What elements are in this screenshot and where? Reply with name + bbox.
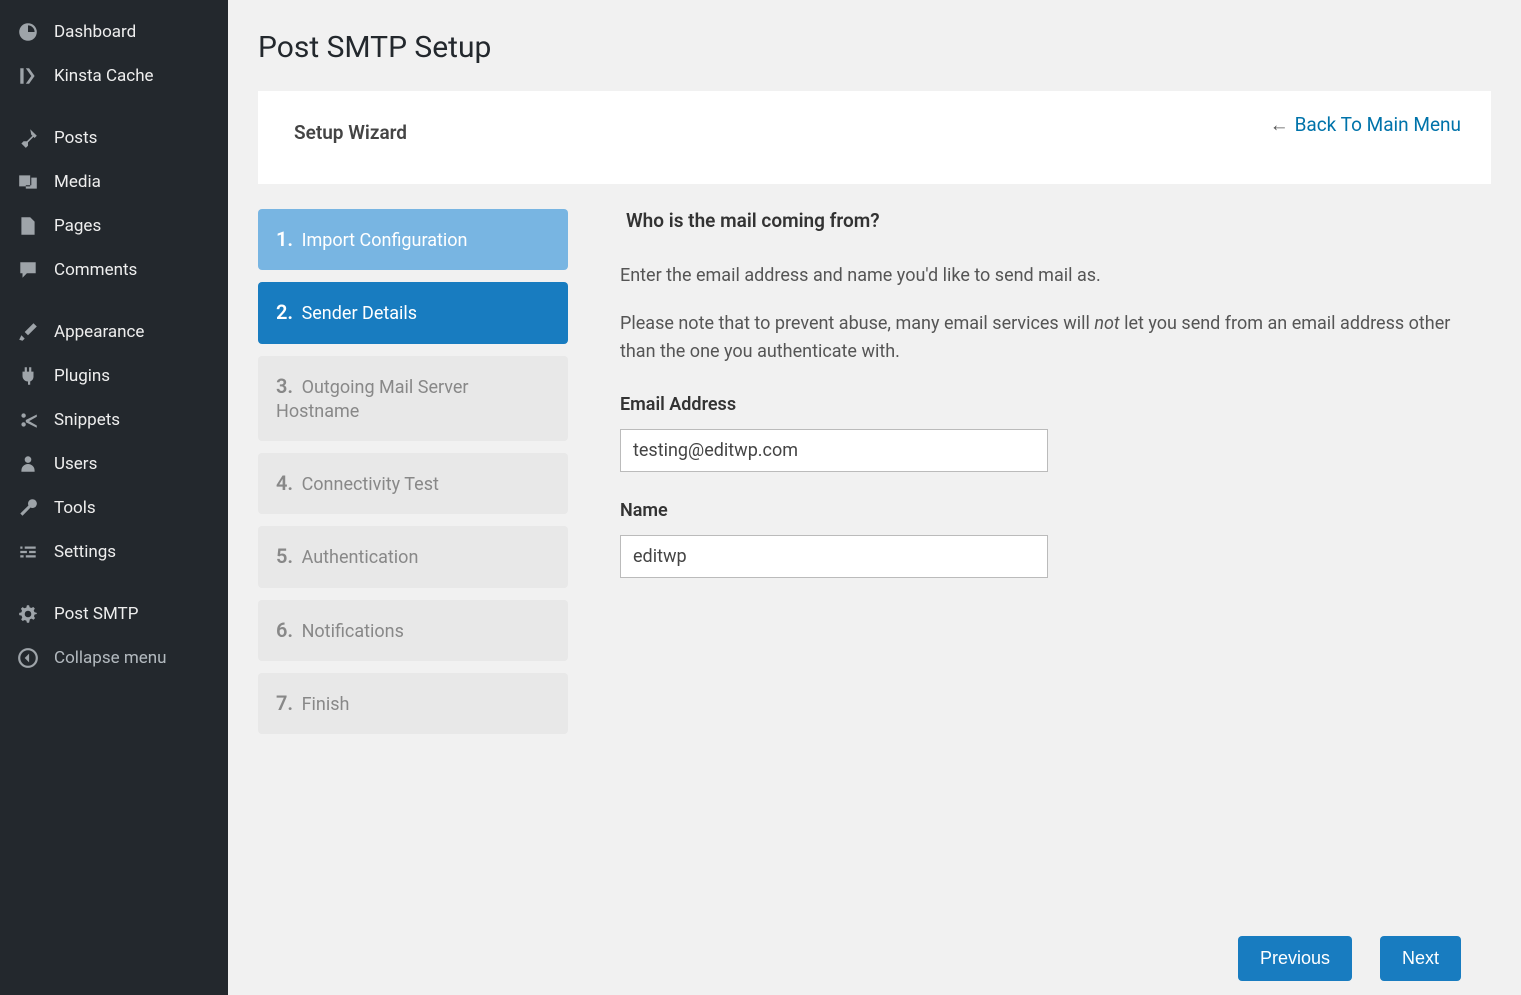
- sidebar-item-label: Plugins: [54, 366, 110, 386]
- sidebar-item-post-smtp[interactable]: Post SMTP: [0, 592, 228, 636]
- wizard-steps: 1. Import Configuration 2. Sender Detail…: [258, 209, 568, 916]
- sidebar-item-label: Collapse menu: [54, 648, 167, 668]
- user-icon: [16, 452, 40, 476]
- collapse-icon: [16, 646, 40, 670]
- step-sender-details[interactable]: 2. Sender Details: [258, 282, 568, 343]
- sidebar-item-label: Users: [54, 454, 97, 474]
- page-title: Post SMTP Setup: [258, 30, 1491, 65]
- step-description-2: Please note that to prevent abuse, many …: [620, 310, 1461, 366]
- sidebar-item-dashboard[interactable]: Dashboard: [0, 10, 228, 54]
- media-icon: [16, 170, 40, 194]
- wizard-footer: Previous Next: [258, 916, 1491, 995]
- sidebar-item-collapse[interactable]: Collapse menu: [0, 636, 228, 680]
- sidebar-item-label: Pages: [54, 216, 101, 236]
- step-question: Who is the mail coming from?: [620, 209, 1461, 232]
- name-field[interactable]: [620, 535, 1048, 578]
- sidebar-item-comments[interactable]: Comments: [0, 248, 228, 292]
- step-connectivity-test[interactable]: 4. Connectivity Test: [258, 453, 568, 514]
- wizard-body: 1. Import Configuration 2. Sender Detail…: [258, 209, 1491, 916]
- dashboard-icon: [16, 20, 40, 44]
- sidebar-item-tools[interactable]: Tools: [0, 486, 228, 530]
- brush-icon: [16, 320, 40, 344]
- sidebar-item-label: Tools: [54, 498, 96, 518]
- sidebar-item-users[interactable]: Users: [0, 442, 228, 486]
- plug-icon: [16, 364, 40, 388]
- admin-sidebar: Dashboard Kinsta Cache Posts Media Pages…: [0, 0, 228, 995]
- previous-button[interactable]: Previous: [1238, 936, 1352, 981]
- back-to-main-link[interactable]: ←Back To Main Menu: [1270, 113, 1461, 137]
- step-description-1: Enter the email address and name you'd l…: [620, 262, 1461, 290]
- step-content: Who is the mail coming from? Enter the e…: [620, 209, 1491, 916]
- sidebar-item-settings[interactable]: Settings: [0, 530, 228, 574]
- next-button[interactable]: Next: [1380, 936, 1461, 981]
- sidebar-item-appearance[interactable]: Appearance: [0, 310, 228, 354]
- pin-icon: [16, 126, 40, 150]
- sidebar-item-label: Snippets: [54, 410, 120, 430]
- sidebar-item-label: Dashboard: [54, 22, 136, 42]
- sidebar-item-posts[interactable]: Posts: [0, 116, 228, 160]
- pages-icon: [16, 214, 40, 238]
- sidebar-item-pages[interactable]: Pages: [0, 204, 228, 248]
- sidebar-item-plugins[interactable]: Plugins: [0, 354, 228, 398]
- wizard-header-card: ←Back To Main Menu Setup Wizard: [258, 91, 1491, 184]
- gear-icon: [16, 602, 40, 626]
- sidebar-item-snippets[interactable]: Snippets: [0, 398, 228, 442]
- email-label: Email Address: [620, 394, 1461, 415]
- sidebar-item-label: Media: [54, 172, 101, 192]
- email-field[interactable]: [620, 429, 1048, 472]
- sidebar-item-label: Comments: [54, 260, 137, 280]
- sidebar-item-label: Posts: [54, 128, 97, 148]
- arrow-left-icon: ←: [1270, 113, 1289, 136]
- name-label: Name: [620, 500, 1461, 521]
- sidebar-item-kinsta-cache[interactable]: Kinsta Cache: [0, 54, 228, 98]
- sidebar-item-label: Settings: [54, 542, 116, 562]
- scissors-icon: [16, 408, 40, 432]
- settings-icon: [16, 540, 40, 564]
- step-import-configuration[interactable]: 1. Import Configuration: [258, 209, 568, 270]
- main-content: Post SMTP Setup ←Back To Main Menu Setup…: [228, 0, 1521, 995]
- step-finish[interactable]: 7. Finish: [258, 673, 568, 734]
- step-notifications[interactable]: 6. Notifications: [258, 600, 568, 661]
- step-outgoing-mail-server[interactable]: 3. Outgoing Mail Server Hostname: [258, 356, 568, 442]
- step-authentication[interactable]: 5. Authentication: [258, 526, 568, 587]
- wrench-icon: [16, 496, 40, 520]
- sidebar-item-label: Kinsta Cache: [54, 66, 154, 86]
- comments-icon: [16, 258, 40, 282]
- sidebar-item-media[interactable]: Media: [0, 160, 228, 204]
- sidebar-item-label: Appearance: [54, 322, 144, 342]
- kinsta-icon: [16, 64, 40, 88]
- sidebar-item-label: Post SMTP: [54, 604, 138, 624]
